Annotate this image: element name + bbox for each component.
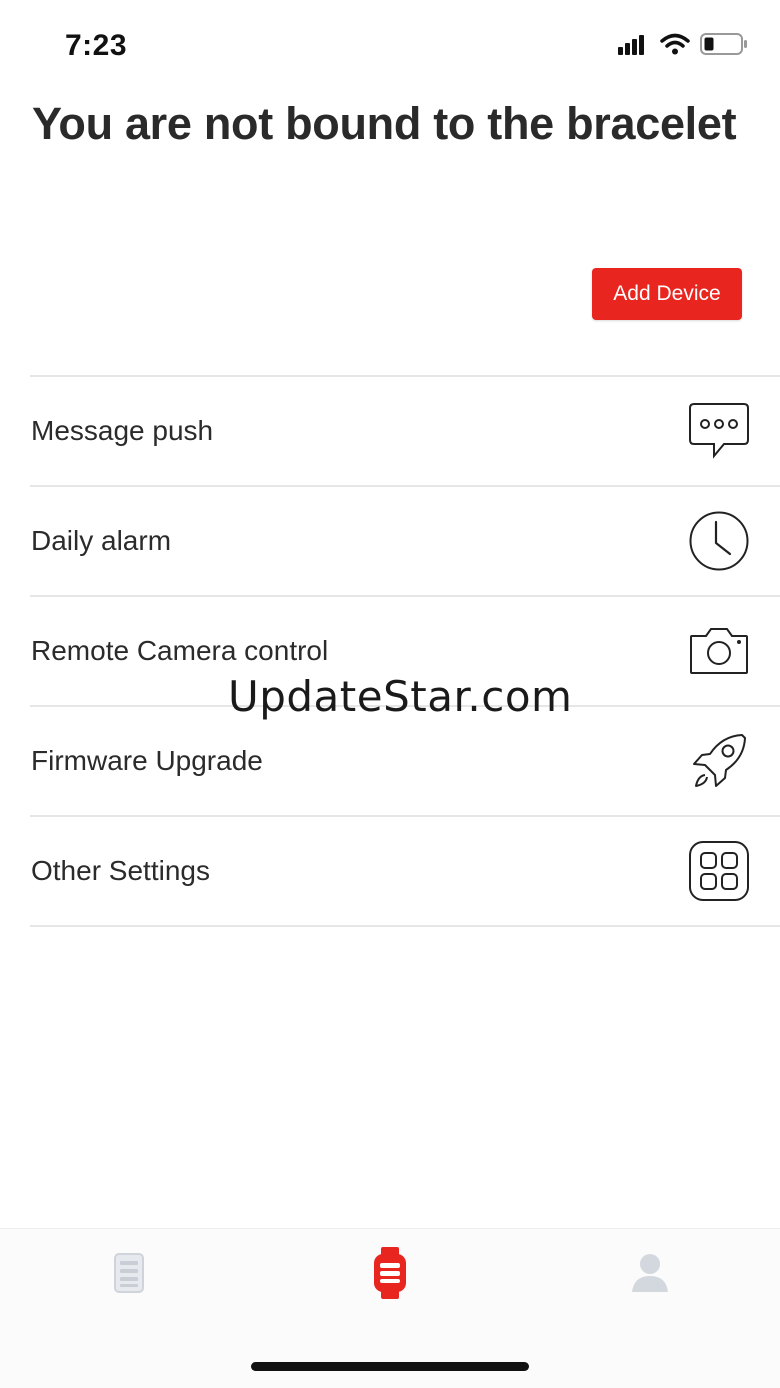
rocket-icon <box>688 730 750 792</box>
watermark-text: UpdateStar.com <box>228 672 573 721</box>
watch-icon <box>372 1246 408 1305</box>
settings-menu: Message push Daily alarm Remote Camera c… <box>30 375 780 927</box>
tab-records[interactable] <box>99 1245 159 1305</box>
menu-item-label: Daily alarm <box>31 525 172 556</box>
clock-icon <box>688 510 750 572</box>
menu-item-message-push[interactable]: Message push <box>30 377 780 487</box>
status-icons <box>618 32 748 61</box>
menu-item-firmware-upgrade[interactable]: Firmware Upgrade <box>30 707 780 817</box>
menu-item-label: Remote Camera control <box>31 635 329 666</box>
grid-icon <box>688 840 750 902</box>
add-device-button[interactable]: Add Device <box>592 268 742 320</box>
menu-item-label: Message push <box>31 415 214 446</box>
menu-item-daily-alarm[interactable]: Daily alarm <box>30 487 780 597</box>
home-indicator <box>251 1362 529 1371</box>
battery-low-icon <box>700 32 748 61</box>
tab-profile[interactable] <box>620 1245 680 1305</box>
menu-item-label: Other Settings <box>31 855 210 886</box>
user-profile-icon <box>631 1253 669 1298</box>
status-bar: 7:23 <box>0 0 780 90</box>
menu-item-other-settings[interactable]: Other Settings <box>30 817 780 927</box>
menu-item-label: Firmware Upgrade <box>31 745 263 776</box>
cellular-signal-icon <box>618 33 650 60</box>
page-title: You are not bound to the bracelet <box>32 98 737 149</box>
message-bubble-icon <box>688 400 750 462</box>
list-document-icon <box>114 1252 144 1298</box>
wifi-icon <box>660 33 690 60</box>
tab-device[interactable] <box>360 1245 420 1305</box>
camera-icon <box>688 620 750 682</box>
status-time: 7:23 <box>65 29 128 62</box>
